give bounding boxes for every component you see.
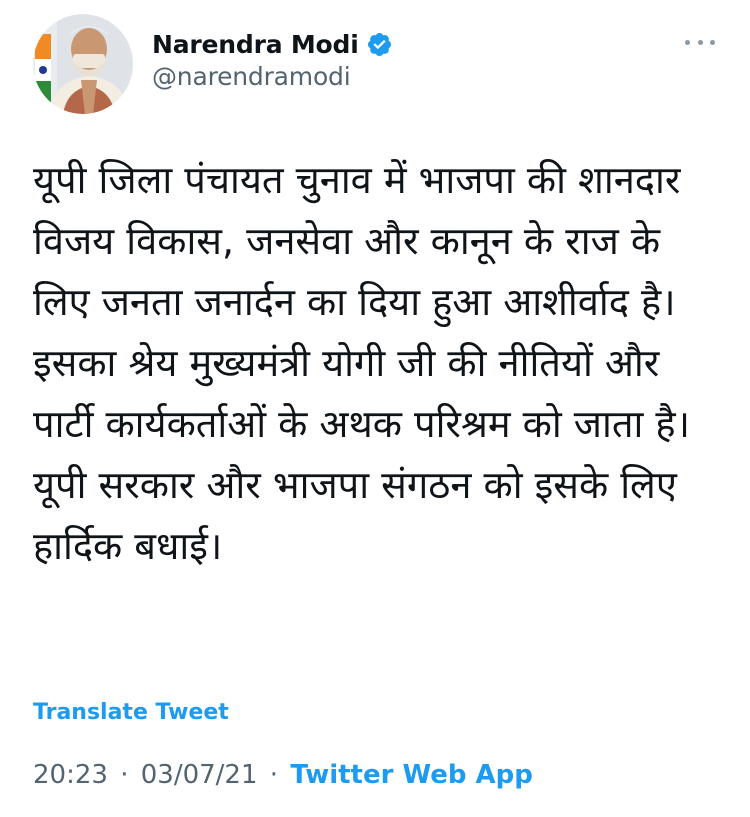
more-dot [710,39,715,45]
more-dot [697,39,703,45]
meta-separator: · [269,760,279,790]
author-handle[interactable]: @narendramodi [152,62,393,91]
author-block: Narendra Modi @narendramodi [152,26,393,91]
tweet-time[interactable]: 20:23 [33,760,108,790]
tweet-header: Narendra Modi @narendramodi [33,14,723,114]
tweet-meta: 20:23 · 03/07/21 · Twitter Web App [33,760,533,790]
author-display-name[interactable]: Narendra Modi [152,30,359,59]
avatar[interactable] [33,14,133,114]
verified-badge-icon [366,31,393,58]
translate-tweet-link[interactable]: Translate Tweet [33,700,229,725]
author-name-row: Narendra Modi [152,26,393,62]
more-options-icon[interactable] [685,36,715,48]
more-dot [685,39,690,45]
tweet-date[interactable]: 03/07/21 [141,760,258,790]
meta-separator: · [120,760,129,790]
tweet-source-link[interactable]: Twitter Web App [290,760,533,790]
tweet-text: यूपी जिला पंचायत चुनाव में भाजपा की शानद… [33,158,690,568]
avatar-image [33,14,133,114]
tweet-card: Narendra Modi @narendramodi यूपी जिला पं… [0,0,750,817]
